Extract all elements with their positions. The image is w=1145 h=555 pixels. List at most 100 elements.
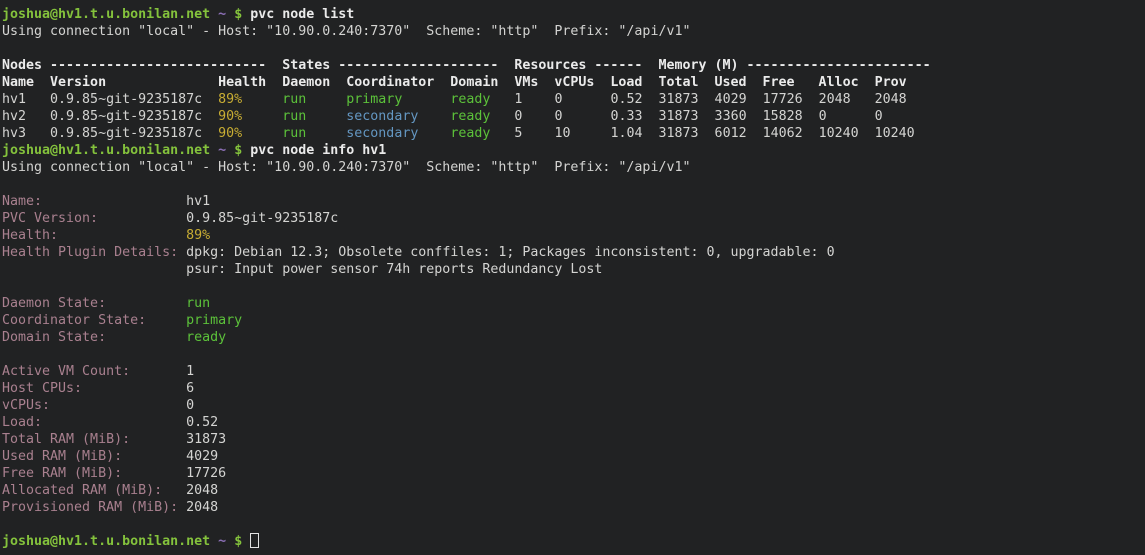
info-label: Used RAM (MiB): [2,449,122,464]
terminal-cursor [250,533,259,548]
gap [178,245,186,260]
info-value: psur: Input power sensor 74h reports Red… [186,262,602,277]
info-row-coordinator-state: Coordinator State: primary [2,312,1145,329]
info-row-active-vm-count: Active VM Count: 1 [2,363,1145,380]
space [210,143,218,158]
info-label: vCPUs: [2,398,50,413]
section-header-text: Nodes --------------------------- States… [2,58,931,73]
info-row-provisioned-ram: Provisioned RAM (MiB): 2048 [2,499,1145,516]
info-label: Load: [2,415,42,430]
info-value: hv1 [186,194,210,209]
gap [242,126,282,141]
prompt-cwd: ~ [218,143,226,158]
gap [306,92,346,107]
gap [306,109,346,124]
space [210,534,218,549]
gap [130,364,186,379]
gap [106,330,186,345]
connection-info-line: Using connection "local" - Host: "10.90.… [2,23,1145,40]
cell-resources-memory: 5 10 1.04 31873 6012 14062 10240 10240 [490,126,914,141]
info-row-host-cpus: Host CPUs: 6 [2,380,1145,397]
info-value: 2048 [186,483,218,498]
info-label: Domain State: [2,330,106,345]
prompt-cwd: ~ [218,534,226,549]
cell-daemon-state: run [282,92,306,107]
info-value: 4029 [186,449,218,464]
space [242,534,250,549]
info-row-load: Load: 0.52 [2,414,1145,431]
info-value: 17726 [186,466,226,481]
info-label: Health Plugin Details: [2,245,178,260]
info-value: 0.9.85~git-9235187c [186,211,338,226]
gap [418,126,450,141]
blank-line [2,40,1145,57]
gap [122,466,186,481]
cell-health: 90% [218,126,242,141]
table-row-hv2: hv2 0.9.85~git-9235187c 90% run secondar… [2,108,1145,125]
info-value: 0.52 [186,415,218,430]
info-value-daemon-state: run [186,296,210,311]
prompt-symbol: $ [234,143,242,158]
info-value-domain-state: ready [186,330,226,345]
cell-health: 90% [218,109,242,124]
info-label: Provisioned RAM (MiB): [2,500,178,515]
gap [122,449,186,464]
info-value: dpkg: Debian 12.3; Obsolete conffiles: 1… [186,245,834,260]
cell-resources-memory: 0 0 0.33 31873 3360 15828 0 0 [490,109,882,124]
info-row-allocated-ram: Allocated RAM (MiB): 2048 [2,482,1145,499]
info-row-free-ram: Free RAM (MiB): 17726 [2,465,1145,482]
space [226,7,234,22]
space [226,143,234,158]
cell-coordinator-state: secondary [346,109,418,124]
table-section-header: Nodes --------------------------- States… [2,57,1145,74]
prompt-user-host: joshua@hv1.t.u.bonilan.net [2,143,210,158]
table-row-hv1: hv1 0.9.85~git-9235187c 89% run primary … [2,91,1145,108]
info-label: Daemon State: [2,296,106,311]
info-row-domain-state: Domain State: ready [2,329,1145,346]
info-label: Name: [2,194,42,209]
prompt-symbol: $ [234,534,242,549]
gap [146,313,186,328]
command-pvc-node-info: pvc node info hv1 [242,143,386,158]
cell-domain-state: ready [450,126,490,141]
gap [106,296,186,311]
info-row-health-plugin-details: Health Plugin Details: dpkg: Debian 12.3… [2,244,1145,261]
info-value: 31873 [186,432,226,447]
space [210,7,218,22]
prompt-user-host: joshua@hv1.t.u.bonilan.net [2,7,210,22]
table-row-hv3: hv3 0.9.85~git-9235187c 90% run secondar… [2,125,1145,142]
space [226,534,234,549]
blank-line [2,176,1145,193]
command-pvc-node-list: pvc node list [242,7,354,22]
gap [178,500,186,515]
cell-domain-state: ready [450,109,490,124]
info-row-daemon-state: Daemon State: run [2,295,1145,312]
info-label: Total RAM (MiB): [2,432,130,447]
gap [130,432,186,447]
info-label: Allocated RAM (MiB): [2,483,162,498]
cell-resources-memory: 1 0 0.52 31873 4029 17726 2048 2048 [490,92,906,107]
connection-info: Using connection "local" - Host: "10.90.… [2,160,690,175]
cell-coordinator-state: primary [346,92,402,107]
gap [162,483,186,498]
cell-name-version: hv3 0.9.85~git-9235187c [2,126,218,141]
cell-health: 89% [218,92,242,107]
info-label: PVC Version: [2,211,98,226]
info-value: 1 [186,364,194,379]
cell-coordinator-state: secondary [346,126,418,141]
info-label: Active VM Count: [2,364,130,379]
info-row-health: Health: 89% [2,227,1145,244]
gap [306,126,346,141]
prompt-line-3: joshua@hv1.t.u.bonilan.net ~ $ [2,533,1145,550]
info-row-vcpus: vCPUs: 0 [2,397,1145,414]
info-row-name: Name: hv1 [2,193,1145,210]
blank-line [2,346,1145,363]
cell-domain-state: ready [450,92,490,107]
info-label: Health: [2,228,58,243]
gap [418,109,450,124]
terminal-screen[interactable]: joshua@hv1.t.u.bonilan.net ~ $ pvc node … [0,0,1145,555]
gap [82,381,186,396]
gap [42,415,186,430]
gap [242,109,282,124]
gap [58,228,186,243]
